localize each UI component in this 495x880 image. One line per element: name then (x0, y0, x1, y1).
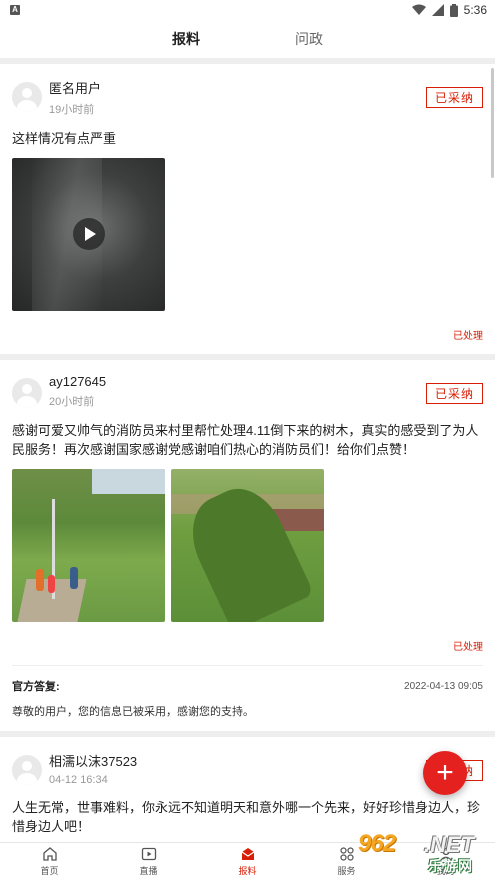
media-row (12, 158, 483, 311)
battery-icon (449, 3, 458, 17)
live-icon (141, 847, 156, 861)
username: 匿名用户 (49, 81, 102, 96)
tab-wenzheng[interactable]: 问政 (295, 23, 323, 55)
post-header: 相濡以沫37523 04-12 16:34 已采纳 (12, 751, 483, 786)
post-text: 感谢可爱又帅气的消防员来村里帮忙处理4.11倒下来的树木，真实的感受到了为人民服… (12, 423, 479, 457)
top-tabs: 报料 问政 (0, 20, 495, 58)
notification-a-icon: A (10, 5, 20, 15)
user-meta: 相濡以沫37523 04-12 16:34 (49, 751, 426, 786)
post-card[interactable]: 匿名用户 19小时前 已采纳 这样情况有点严重 已处理 (0, 64, 495, 354)
post-photo[interactable] (171, 469, 324, 622)
official-reply-time: 2022-04-13 09:05 (404, 680, 483, 692)
process-status: 已处理 (453, 331, 483, 342)
username: 相濡以沫37523 (49, 754, 138, 769)
scrollbar[interactable] (491, 68, 494, 178)
post-photo[interactable] (12, 469, 165, 622)
status-left: A (10, 5, 20, 15)
nav-label: 服务 (337, 866, 356, 876)
user-meta: 匿名用户 19小时前 (49, 78, 426, 117)
official-reply: 官方答复: 2022-04-13 09:05 尊敬的用户，您的信息已被采用，感谢… (12, 665, 483, 731)
post-time: 20小时前 (49, 396, 95, 408)
media-row (12, 469, 483, 622)
avatar[interactable] (12, 378, 42, 408)
official-reply-title: 官方答复: (12, 681, 60, 693)
watermark-name: 乐游网 (428, 858, 473, 874)
watermark-number: 962 (358, 830, 396, 857)
avatar[interactable] (12, 755, 42, 785)
post-text: 这样情况有点严重 (12, 131, 117, 146)
avatar[interactable] (12, 82, 42, 112)
nav-item-report[interactable]: 报料 (198, 843, 297, 880)
nav-label: 首页 (40, 866, 59, 876)
post-time: 19小时前 (49, 104, 95, 116)
play-icon[interactable] (73, 218, 105, 250)
adopted-badge: 已采纳 (425, 383, 483, 404)
signal-icon (431, 4, 444, 16)
home-icon (42, 847, 57, 861)
user-meta: ay127645 20小时前 (49, 374, 426, 409)
adopted-badge: 已采纳 (425, 87, 483, 108)
report-icon (241, 848, 254, 860)
nav-label: 直播 (139, 866, 158, 876)
status-time: 5:36 (463, 3, 487, 17)
nav-label: 报料 (238, 866, 257, 876)
add-report-button[interactable]: + (423, 751, 467, 795)
official-reply-text: 尊敬的用户，您的信息已被采用，感谢您的支持。 (12, 706, 254, 718)
nav-item-live[interactable]: 直播 (99, 843, 198, 880)
status-bar: A 5:36 (0, 0, 495, 20)
post-card[interactable]: ay127645 20小时前 已采纳 感谢可爱又帅气的消防员来村里帮忙处理4.1… (0, 360, 495, 731)
post-header: ay127645 20小时前 已采纳 (12, 374, 483, 409)
services-icon (339, 847, 354, 861)
site-watermark: 962 .NET 乐游网 (358, 830, 490, 876)
post-card[interactable]: 相濡以沫37523 04-12 16:34 已采纳 人生无常，世事难料，你永远不… (0, 737, 495, 842)
process-status: 已处理 (453, 642, 483, 653)
status-right: 5:36 (411, 3, 487, 17)
post-time: 04-12 16:34 (49, 774, 108, 786)
wifi-icon (411, 4, 426, 15)
post-header: 匿名用户 19小时前 已采纳 (12, 78, 483, 117)
watermark-domain: .NET (424, 832, 475, 857)
official-reply-header: 官方答复: 2022-04-13 09:05 (12, 678, 483, 694)
feed[interactable]: 匿名用户 19小时前 已采纳 这样情况有点严重 已处理 ay127645 20小… (0, 58, 495, 842)
nav-item-home[interactable]: 首页 (0, 843, 99, 880)
video-thumbnail[interactable] (12, 158, 165, 311)
tab-baoliao[interactable]: 报料 (172, 23, 200, 55)
username: ay127645 (49, 374, 107, 389)
